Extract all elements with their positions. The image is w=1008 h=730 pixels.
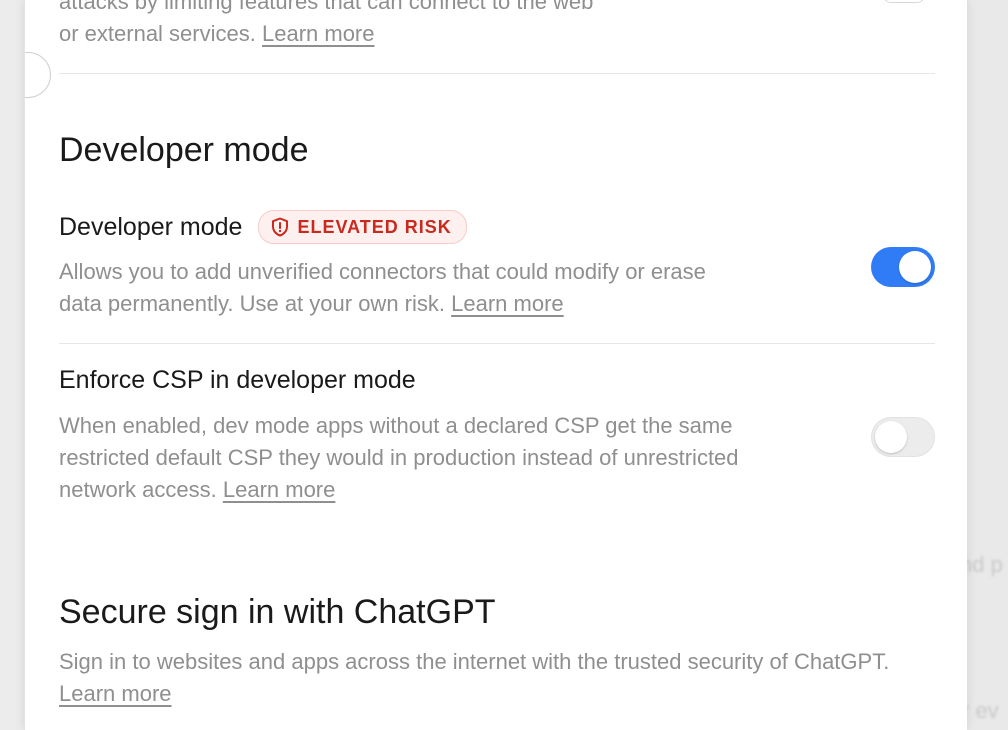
enforce-csp-description: When enabled, dev mode apps without a de… (59, 413, 739, 502)
network-description: attacks by limiting features that can co… (59, 0, 594, 46)
enforce-csp-toggle[interactable] (871, 417, 935, 457)
developer-mode-learn-more-link[interactable]: Learn more (451, 291, 564, 316)
elevated-risk-badge: ELEVATED RISK (258, 210, 467, 244)
developer-mode-label: Developer mode (59, 212, 243, 241)
divider (59, 73, 935, 74)
toggle-knob (899, 251, 931, 283)
secure-signin-learn-more-link[interactable]: Learn more (59, 681, 172, 706)
developer-mode-row-title: Developer mode ELEVATED RISK (59, 210, 467, 244)
enforce-csp-learn-more-link[interactable]: Learn more (223, 477, 336, 502)
settings-panel: attacks by limiting features that can co… (24, 0, 967, 730)
background-text: r ev (966, 698, 999, 723)
developer-section-title: Developer mode (59, 131, 309, 169)
secure-signin-description: Sign in to websites and apps across the … (59, 649, 890, 706)
elevated-risk-label: ELEVATED RISK (297, 216, 452, 237)
secure-signin-section-title: Secure sign in with ChatGPT (59, 593, 496, 631)
network-learn-more-link[interactable]: Learn more (262, 21, 375, 46)
toggle-knob (875, 421, 907, 453)
background-text: nd p (966, 552, 1003, 577)
network-toggle[interactable] (883, 0, 925, 3)
circle-button-edge[interactable] (25, 52, 51, 98)
enforce-csp-label: Enforce CSP in developer mode (59, 366, 416, 394)
enforce-csp-row-title: Enforce CSP in developer mode (59, 366, 416, 395)
shield-alert-icon (271, 217, 289, 237)
background-app: nd p r ev (966, 0, 1008, 730)
developer-mode-description: Allows you to add unverified connectors … (59, 259, 706, 316)
divider (59, 343, 935, 344)
developer-mode-toggle[interactable] (871, 247, 935, 287)
